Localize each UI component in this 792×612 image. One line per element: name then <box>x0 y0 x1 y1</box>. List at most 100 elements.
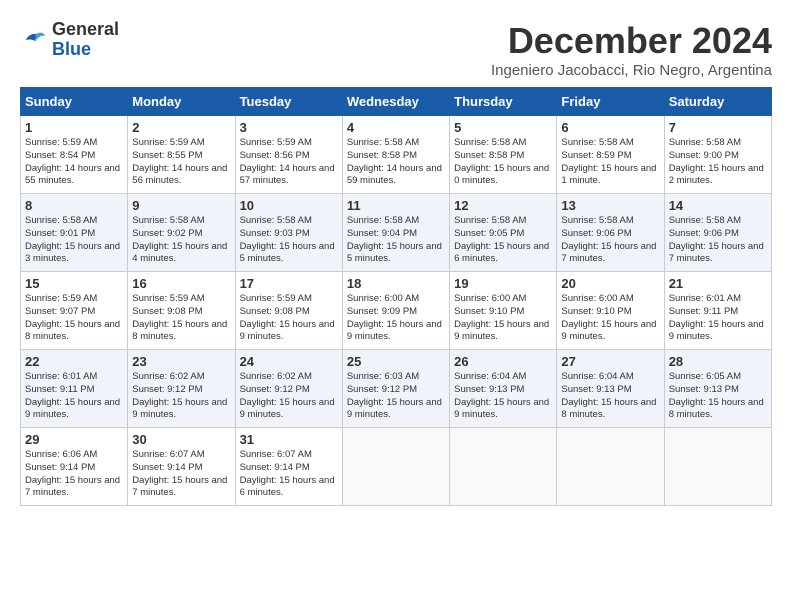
cell-info: Sunrise: 6:07 AMSunset: 9:14 PMDaylight:… <box>132 449 227 498</box>
cell-info: Sunrise: 5:58 AMSunset: 9:06 PMDaylight:… <box>561 215 656 264</box>
calendar-cell: 10 Sunrise: 5:58 AMSunset: 9:03 PMDayligh… <box>235 194 342 272</box>
calendar-cell <box>342 428 449 506</box>
cell-info: Sunrise: 6:01 AMSunset: 9:11 PMDaylight:… <box>669 293 764 342</box>
calendar-cell: 24 Sunrise: 6:02 AMSunset: 9:12 PMDayligh… <box>235 350 342 428</box>
week-row-4: 22 Sunrise: 6:01 AMSunset: 9:11 PMDayligh… <box>21 350 772 428</box>
title-block: December 2024 Ingeniero Jacobacci, Rio N… <box>491 20 772 79</box>
cell-info: Sunrise: 6:00 AMSunset: 9:10 PMDaylight:… <box>454 293 549 342</box>
calendar-cell: 23Sunrise: 6:02 AMSunset: 9:12 PMDayligh… <box>128 350 235 428</box>
day-number: 6 <box>561 120 659 135</box>
day-header-monday: Monday <box>128 88 235 116</box>
cell-info: Sunrise: 5:58 AMSunset: 9:01 PMDaylight:… <box>25 215 120 264</box>
calendar-cell: 19 Sunrise: 6:00 AMSunset: 9:10 PMDayligh… <box>450 272 557 350</box>
cell-info: Sunrise: 6:04 AMSunset: 9:13 PMDaylight:… <box>561 371 656 420</box>
cell-info: Sunrise: 6:06 AMSunset: 9:14 PMDaylight:… <box>25 449 120 498</box>
calendar-cell: 13 Sunrise: 5:58 AMSunset: 9:06 PMDayligh… <box>557 194 664 272</box>
cell-info: Sunrise: 5:59 AMSunset: 8:54 PMDaylight:… <box>25 137 120 186</box>
cell-info: Sunrise: 6:01 AMSunset: 9:11 PMDaylight:… <box>25 371 120 420</box>
day-number: 24 <box>240 354 338 369</box>
cell-info: Sunrise: 5:58 AMSunset: 9:03 PMDaylight:… <box>240 215 335 264</box>
day-number: 22 <box>25 354 123 369</box>
logo-general: General <box>52 19 119 39</box>
day-header-wednesday: Wednesday <box>342 88 449 116</box>
day-number: 11 <box>347 198 445 213</box>
logo-blue: Blue <box>52 39 91 59</box>
page-header: General Blue December 2024 Ingeniero Jac… <box>20 20 772 79</box>
cell-info: Sunrise: 5:59 AMSunset: 8:55 PMDaylight:… <box>132 137 227 186</box>
day-number: 9 <box>132 198 230 213</box>
calendar-cell <box>664 428 771 506</box>
calendar-cell: 2 Sunrise: 5:59 AMSunset: 8:55 PMDaylight… <box>128 116 235 194</box>
cell-info: Sunrise: 5:59 AMSunset: 9:07 PMDaylight:… <box>25 293 120 342</box>
day-number: 21 <box>669 276 767 291</box>
calendar-cell: 6Sunrise: 5:58 AMSunset: 8:59 PMDaylight… <box>557 116 664 194</box>
cell-info: Sunrise: 5:59 AMSunset: 9:08 PMDaylight:… <box>240 293 335 342</box>
calendar-cell: 1Sunrise: 5:59 AMSunset: 8:54 PMDaylight… <box>21 116 128 194</box>
cell-info: Sunrise: 5:58 AMSunset: 8:58 PMDaylight:… <box>454 137 549 186</box>
calendar-cell <box>450 428 557 506</box>
cell-info: Sunrise: 6:04 AMSunset: 9:13 PMDaylight:… <box>454 371 549 420</box>
calendar-table: SundayMondayTuesdayWednesdayThursdayFrid… <box>20 87 772 506</box>
week-row-2: 8 Sunrise: 5:58 AMSunset: 9:01 PMDaylight… <box>21 194 772 272</box>
cell-info: Sunrise: 6:05 AMSunset: 9:13 PMDaylight:… <box>669 371 764 420</box>
week-row-5: 29 Sunrise: 6:06 AMSunset: 9:14 PMDayligh… <box>21 428 772 506</box>
logo: General Blue <box>20 20 119 60</box>
calendar-cell: 30Sunrise: 6:07 AMSunset: 9:14 PMDayligh… <box>128 428 235 506</box>
calendar-cell: 17 Sunrise: 5:59 AMSunset: 9:08 PMDayligh… <box>235 272 342 350</box>
cell-info: Sunrise: 5:59 AMSunset: 9:08 PMDaylight:… <box>132 293 227 342</box>
calendar-cell: 5 Sunrise: 5:58 AMSunset: 8:58 PMDaylight… <box>450 116 557 194</box>
cell-info: Sunrise: 5:58 AMSunset: 8:58 PMDaylight:… <box>347 137 442 186</box>
day-number: 23 <box>132 354 230 369</box>
location-subtitle: Ingeniero Jacobacci, Rio Negro, Argentin… <box>491 62 772 79</box>
cell-info: Sunrise: 5:58 AMSunset: 9:05 PMDaylight:… <box>454 215 549 264</box>
calendar-cell <box>557 428 664 506</box>
day-number: 26 <box>454 354 552 369</box>
day-number: 7 <box>669 120 767 135</box>
day-number: 27 <box>561 354 659 369</box>
day-header-sunday: Sunday <box>21 88 128 116</box>
day-number: 29 <box>25 432 123 447</box>
calendar-cell: 16 Sunrise: 5:59 AMSunset: 9:08 PMDayligh… <box>128 272 235 350</box>
day-number: 10 <box>240 198 338 213</box>
calendar-cell: 18Sunrise: 6:00 AMSunset: 9:09 PMDayligh… <box>342 272 449 350</box>
calendar-cell: 29 Sunrise: 6:06 AMSunset: 9:14 PMDayligh… <box>21 428 128 506</box>
day-number: 17 <box>240 276 338 291</box>
day-number: 28 <box>669 354 767 369</box>
cell-info: Sunrise: 6:07 AMSunset: 9:14 PMDaylight:… <box>240 449 335 498</box>
day-number: 13 <box>561 198 659 213</box>
calendar-cell: 20 Sunrise: 6:00 AMSunset: 9:10 PMDayligh… <box>557 272 664 350</box>
calendar-cell: 7Sunrise: 5:58 AMSunset: 9:00 PMDaylight… <box>664 116 771 194</box>
calendar-header-row: SundayMondayTuesdayWednesdayThursdayFrid… <box>21 88 772 116</box>
cell-info: Sunrise: 5:58 AMSunset: 9:06 PMDaylight:… <box>669 215 764 264</box>
day-number: 20 <box>561 276 659 291</box>
calendar-cell: 9Sunrise: 5:58 AMSunset: 9:02 PMDaylight… <box>128 194 235 272</box>
calendar-cell: 25Sunrise: 6:03 AMSunset: 9:12 PMDayligh… <box>342 350 449 428</box>
calendar-cell: 22 Sunrise: 6:01 AMSunset: 9:11 PMDayligh… <box>21 350 128 428</box>
calendar-cell: 3 Sunrise: 5:59 AMSunset: 8:56 PMDaylight… <box>235 116 342 194</box>
day-number: 2 <box>132 120 230 135</box>
calendar-cell: 8 Sunrise: 5:58 AMSunset: 9:01 PMDaylight… <box>21 194 128 272</box>
calendar-body: 1Sunrise: 5:59 AMSunset: 8:54 PMDaylight… <box>21 116 772 506</box>
day-number: 19 <box>454 276 552 291</box>
day-number: 14 <box>669 198 767 213</box>
calendar-cell: 26 Sunrise: 6:04 AMSunset: 9:13 PMDayligh… <box>450 350 557 428</box>
day-number: 3 <box>240 120 338 135</box>
cell-info: Sunrise: 6:02 AMSunset: 9:12 PMDaylight:… <box>240 371 335 420</box>
day-number: 8 <box>25 198 123 213</box>
cell-info: Sunrise: 6:00 AMSunset: 9:10 PMDaylight:… <box>561 293 656 342</box>
cell-info: Sunrise: 5:58 AMSunset: 9:04 PMDaylight:… <box>347 215 442 264</box>
calendar-cell: 11 Sunrise: 5:58 AMSunset: 9:04 PMDayligh… <box>342 194 449 272</box>
day-number: 4 <box>347 120 445 135</box>
day-number: 5 <box>454 120 552 135</box>
day-header-thursday: Thursday <box>450 88 557 116</box>
day-number: 16 <box>132 276 230 291</box>
week-row-1: 1Sunrise: 5:59 AMSunset: 8:54 PMDaylight… <box>21 116 772 194</box>
calendar-cell: 21 Sunrise: 6:01 AMSunset: 9:11 PMDayligh… <box>664 272 771 350</box>
day-number: 15 <box>25 276 123 291</box>
calendar-cell: 15 Sunrise: 5:59 AMSunset: 9:07 PMDayligh… <box>21 272 128 350</box>
logo-icon <box>20 26 48 54</box>
day-number: 12 <box>454 198 552 213</box>
calendar-cell: 12 Sunrise: 5:58 AMSunset: 9:05 PMDayligh… <box>450 194 557 272</box>
calendar-cell: 27 Sunrise: 6:04 AMSunset: 9:13 PMDayligh… <box>557 350 664 428</box>
cell-info: Sunrise: 5:59 AMSunset: 8:56 PMDaylight:… <box>240 137 335 186</box>
